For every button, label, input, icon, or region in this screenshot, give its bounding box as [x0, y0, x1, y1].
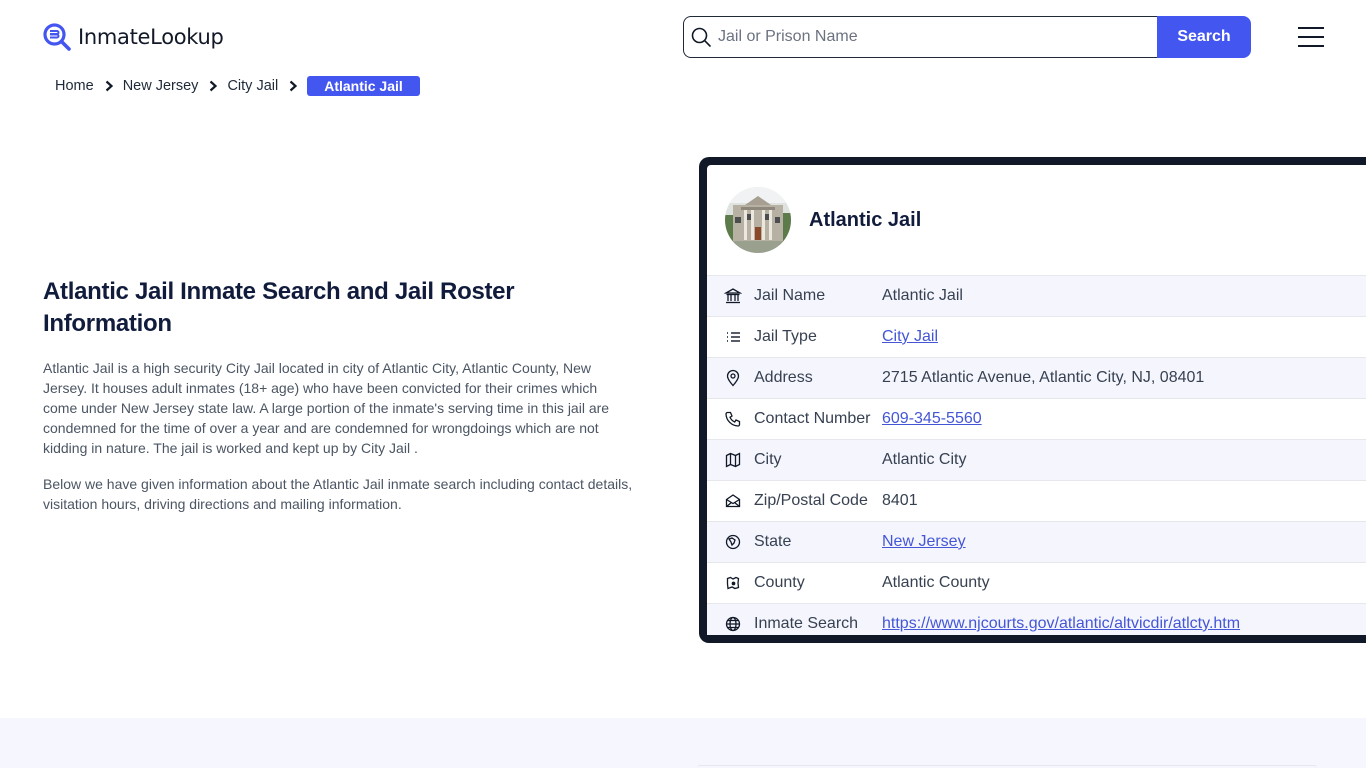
card-header: Atlantic Jail — [707, 165, 1366, 275]
row-label: Contact Number — [754, 410, 871, 427]
breadcrumb-current: Atlantic Jail — [307, 76, 420, 96]
intro-paragraph: Atlantic Jail is a high security City Ja… — [43, 360, 610, 456]
info-row-state: State New Jersey — [707, 521, 1366, 562]
row-label: City — [754, 451, 782, 468]
search-icon — [691, 27, 711, 47]
list-icon — [727, 332, 740, 342]
breadcrumb: Home New Jersey City Jail Atlantic Jail — [55, 76, 420, 96]
menu-line — [1298, 45, 1324, 47]
breadcrumb-state[interactable]: New Jersey — [123, 78, 199, 94]
menu-line — [1298, 36, 1324, 38]
info-row-jail-type: Jail Type City Jail — [707, 316, 1366, 357]
info-row-jail-name: Jail Name Atlantic Jail — [707, 275, 1366, 316]
inmate-search-link[interactable]: https://www.njcourts.gov/atlantic/altvic… — [882, 615, 1240, 632]
row-label: County — [754, 574, 805, 591]
row-value: Atlantic Jail — [882, 287, 963, 304]
chevron-right-icon — [289, 80, 298, 92]
intro-paragraph: Below we have given information about th… — [43, 476, 633, 512]
next-section-background — [0, 718, 1366, 768]
info-row-zip: Zip/Postal Code 8401 — [707, 480, 1366, 521]
building-columns-icon — [724, 288, 742, 304]
info-row-county: County Atlantic County — [707, 562, 1366, 603]
chevron-right-icon — [105, 80, 113, 92]
row-label: Zip/Postal Code — [754, 492, 868, 509]
intro-section: Atlantic Jail Inmate Search and Jail Ros… — [43, 276, 633, 530]
info-row-inmate-search: Inmate Search https://www.njcourts.gov/a… — [707, 603, 1366, 635]
breadcrumb-jail-type[interactable]: City Jail — [227, 78, 278, 94]
county-map-icon — [726, 576, 740, 590]
row-value: 2715 Atlantic Avenue, Atlantic City, NJ,… — [882, 369, 1205, 386]
row-label: Address — [754, 369, 813, 386]
globe-icon — [725, 616, 741, 632]
state-link[interactable]: New Jersey — [882, 533, 966, 550]
jail-type-link[interactable]: City Jail — [882, 328, 938, 345]
search-field[interactable] — [683, 16, 1157, 58]
info-table: Jail Name Atlantic Jail Jail Type City J… — [707, 275, 1366, 635]
jail-photo-avatar — [725, 187, 791, 253]
info-row-contact-number: Contact Number 609-345-5560 — [707, 398, 1366, 439]
building-photo — [725, 187, 791, 253]
map-pin-icon — [726, 369, 740, 387]
row-label: Jail Name — [754, 287, 826, 304]
row-value: Atlantic County — [882, 574, 990, 591]
breadcrumb-home[interactable]: Home — [55, 78, 94, 94]
logo-text: InmateLookup — [78, 25, 224, 49]
info-row-address: Address 2715 Atlantic Avenue, Atlantic C… — [707, 357, 1366, 398]
row-label: State — [754, 533, 792, 550]
logo-magnifier-icon — [43, 23, 71, 51]
row-label: Inmate Search — [754, 615, 859, 632]
row-label: Jail Type — [754, 328, 817, 345]
mail-opened-icon — [725, 494, 741, 508]
chevron-right-icon — [210, 80, 218, 92]
search-bar: Search — [683, 16, 1251, 58]
card-title: Atlantic Jail — [809, 208, 922, 231]
world-region-icon — [725, 534, 741, 550]
phone-icon — [725, 411, 741, 427]
menu-line — [1298, 27, 1324, 29]
info-row-city: City Atlantic City — [707, 439, 1366, 480]
search-button[interactable]: Search — [1157, 16, 1251, 58]
map-icon — [725, 452, 741, 468]
hamburger-menu-icon[interactable] — [1298, 27, 1324, 47]
page-title: Atlantic Jail Inmate Search and Jail Ros… — [43, 278, 515, 337]
jail-info-card-body: Atlantic Jail Jail Name Atlantic Jail Ja… — [707, 165, 1366, 635]
row-value: 8401 — [882, 492, 918, 509]
jail-info-card: Atlantic Jail Jail Name Atlantic Jail Ja… — [699, 157, 1366, 643]
row-value: Atlantic City — [882, 451, 967, 468]
search-input[interactable] — [718, 28, 1157, 46]
phone-link[interactable]: 609-345-5560 — [882, 410, 982, 427]
logo[interactable]: InmateLookup — [42, 22, 224, 52]
